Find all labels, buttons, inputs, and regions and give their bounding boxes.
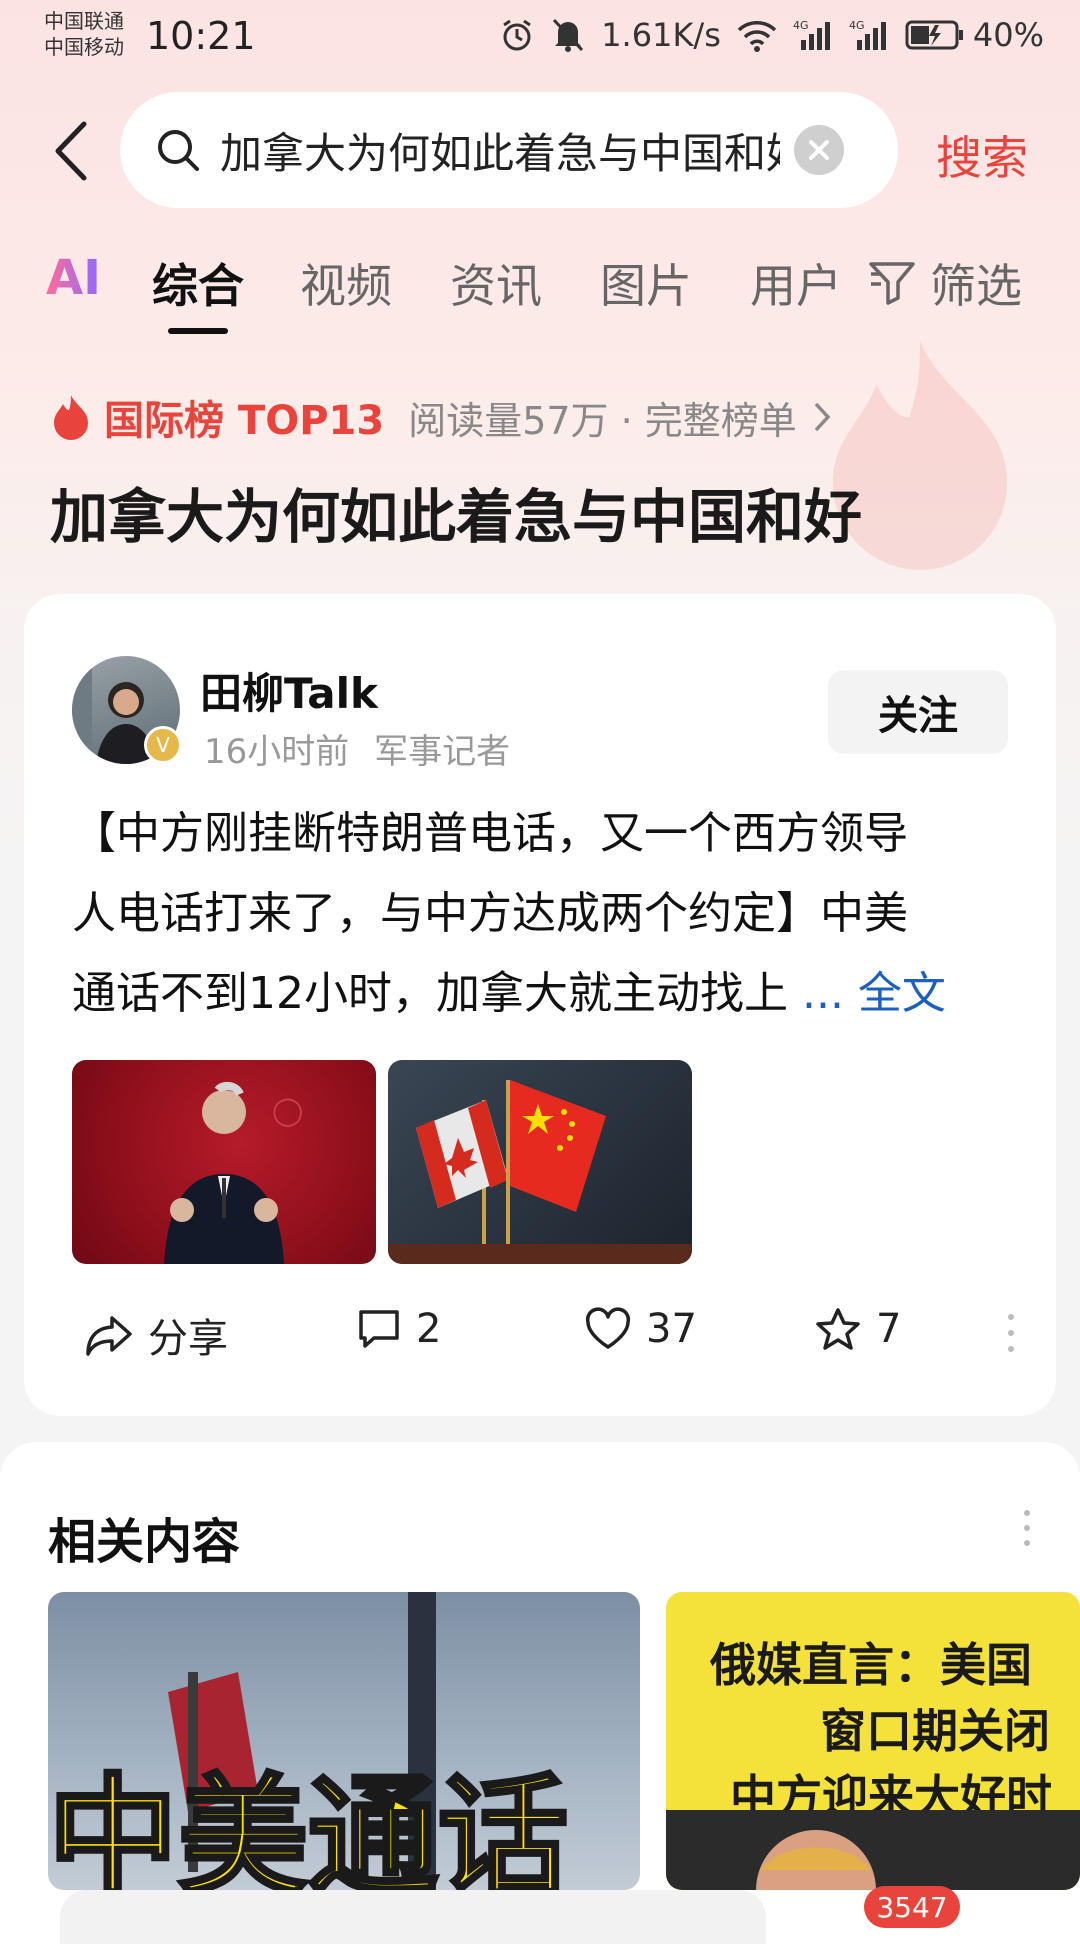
- battery-icon: [905, 20, 963, 50]
- chevron-right-icon: [814, 402, 831, 432]
- post-card[interactable]: V 田柳Talk 16小时前 军事记者 关注 【中方刚挂断特朗普电话，又一个西方…: [24, 594, 1056, 1416]
- comment-button[interactable]: 2: [356, 1306, 441, 1352]
- headline-line: 窗口期关闭: [820, 1704, 1050, 1758]
- tab-images[interactable]: 图片: [600, 250, 692, 316]
- read-more-link[interactable]: ... 全文: [802, 968, 946, 1019]
- network-speed: 1.61K/s: [601, 16, 721, 54]
- favorite-count: 7: [876, 1306, 902, 1352]
- like-button[interactable]: 37: [584, 1306, 697, 1352]
- comment-icon: [359, 1310, 399, 1348]
- trending-rank-row[interactable]: 国际榜 TOP13 阅读量57万 · 完整榜单: [50, 388, 833, 446]
- filter-label: 筛选: [930, 259, 1022, 313]
- related-section: 相关内容 中美通话 俄媒直言：美国 窗口期关闭 中方迎来大好时: [0, 1442, 1080, 1944]
- close-icon: [809, 140, 829, 160]
- mute-icon: [551, 17, 585, 53]
- share-button[interactable]: 分享: [84, 1306, 228, 1364]
- signal-icon: 4G: [849, 18, 889, 52]
- carrier-labels: 中国联通 中国移动: [44, 8, 124, 60]
- search-results-page: 中国联通 中国移动 10:21 1.61K/s 4G 4G 40% 加拿大为何如…: [0, 0, 1080, 1944]
- signal-icon: 4G: [793, 18, 833, 52]
- like-count: 37: [646, 1306, 697, 1352]
- post-text-line: 【中方刚挂断特朗普电话，又一个西方领导: [72, 808, 908, 859]
- related-title: 相关内容: [48, 1514, 241, 1570]
- follow-button[interactable]: 关注: [828, 670, 1008, 754]
- author-description: 军事记者: [374, 732, 511, 772]
- wifi-icon: [737, 18, 777, 52]
- search-icon: [158, 130, 199, 171]
- post-time: 16小时前: [204, 732, 350, 772]
- tab-video[interactable]: 视频: [300, 250, 392, 316]
- battery-indicator: 40%: [905, 16, 1044, 54]
- status-icons: 1.61K/s 4G 4G 40%: [499, 16, 1044, 54]
- carrier-1: 中国联通: [44, 9, 124, 33]
- heart-icon: [585, 1307, 631, 1349]
- related-card[interactable]: 中美通话: [48, 1592, 640, 1890]
- result-tabs: AI 综合 视频 资讯 图片 用户 筛选: [46, 250, 1046, 340]
- rank-label: 国际榜 TOP13: [104, 398, 385, 444]
- post-text-line: 通话不到12小时，加拿大就主动找上 ... 全文: [72, 954, 1022, 1034]
- search-button[interactable]: 搜索: [936, 122, 1028, 188]
- tab-news[interactable]: 资讯: [450, 250, 542, 316]
- related-card[interactable]: 俄媒直言：美国 窗口期关闭 中方迎来大好时: [666, 1592, 1080, 1890]
- filter-icon: [869, 262, 915, 305]
- flame-icon: [54, 395, 88, 440]
- more-options-icon[interactable]: [1008, 1314, 1014, 1352]
- post-image[interactable]: [388, 1060, 692, 1264]
- post-text-line: 人电话打来了，与中方达成两个约定】中美: [72, 888, 908, 939]
- related-card-headline: 俄媒直言：美国 窗口期关闭 中方迎来大好时: [710, 1632, 1052, 1830]
- search-bar[interactable]: [120, 92, 898, 208]
- comment-input[interactable]: [60, 1890, 766, 1944]
- post-text[interactable]: 【中方刚挂断特朗普电话，又一个西方领导 人电话打来了，与中方达成两个约定】中美 …: [72, 794, 1022, 1034]
- back-button[interactable]: [46, 116, 96, 186]
- author-meta: 16小时前 军事记者: [204, 724, 510, 773]
- clear-search-button[interactable]: [794, 125, 844, 175]
- clock: 10:21: [146, 14, 256, 58]
- post-actions: 分享 2 37 7: [84, 1306, 1024, 1376]
- bottom-bar: 3547: [0, 1886, 1080, 1944]
- comment-count-badge[interactable]: 3547: [864, 1886, 960, 1928]
- carrier-2: 中国移动: [44, 35, 124, 59]
- tab-ai[interactable]: AI: [46, 250, 101, 306]
- favorite-button[interactable]: 7: [814, 1306, 901, 1352]
- chevron-left-icon: [55, 121, 87, 181]
- more-options-icon[interactable]: [1024, 1510, 1030, 1546]
- related-card-text: 中美通话: [48, 1759, 570, 1890]
- signal-1-label: 4G: [793, 19, 809, 32]
- share-icon: [86, 1316, 132, 1356]
- share-label: 分享: [148, 1316, 228, 1362]
- post-image[interactable]: ◯: [72, 1060, 376, 1264]
- tab-all[interactable]: 综合: [152, 250, 244, 316]
- svg-text:◯: ◯: [272, 1094, 303, 1127]
- post-text-line-content: 通话不到12小时，加拿大就主动找上: [72, 968, 802, 1019]
- signal-2-label: 4G: [849, 19, 865, 32]
- filter-button[interactable]: 筛选: [868, 250, 1022, 316]
- status-bar: 中国联通 中国移动 10:21 1.61K/s 4G 4G 40%: [0, 0, 1080, 80]
- comment-count: 2: [416, 1306, 442, 1352]
- active-tab-indicator: [168, 328, 228, 334]
- tab-users[interactable]: 用户: [750, 250, 842, 316]
- search-input[interactable]: [220, 125, 780, 175]
- author-name[interactable]: 田柳Talk: [200, 660, 378, 721]
- battery-level: 40%: [972, 16, 1044, 54]
- alarm-icon: [499, 17, 535, 53]
- verified-badge: V: [144, 726, 182, 764]
- rank-meta: 阅读量57万 · 完整榜单: [408, 398, 797, 443]
- headline-line: 俄媒直言：美国: [710, 1638, 1032, 1692]
- star-icon: [816, 1308, 860, 1350]
- topic-title: 加拿大为何如此着急与中国和好: [50, 483, 863, 551]
